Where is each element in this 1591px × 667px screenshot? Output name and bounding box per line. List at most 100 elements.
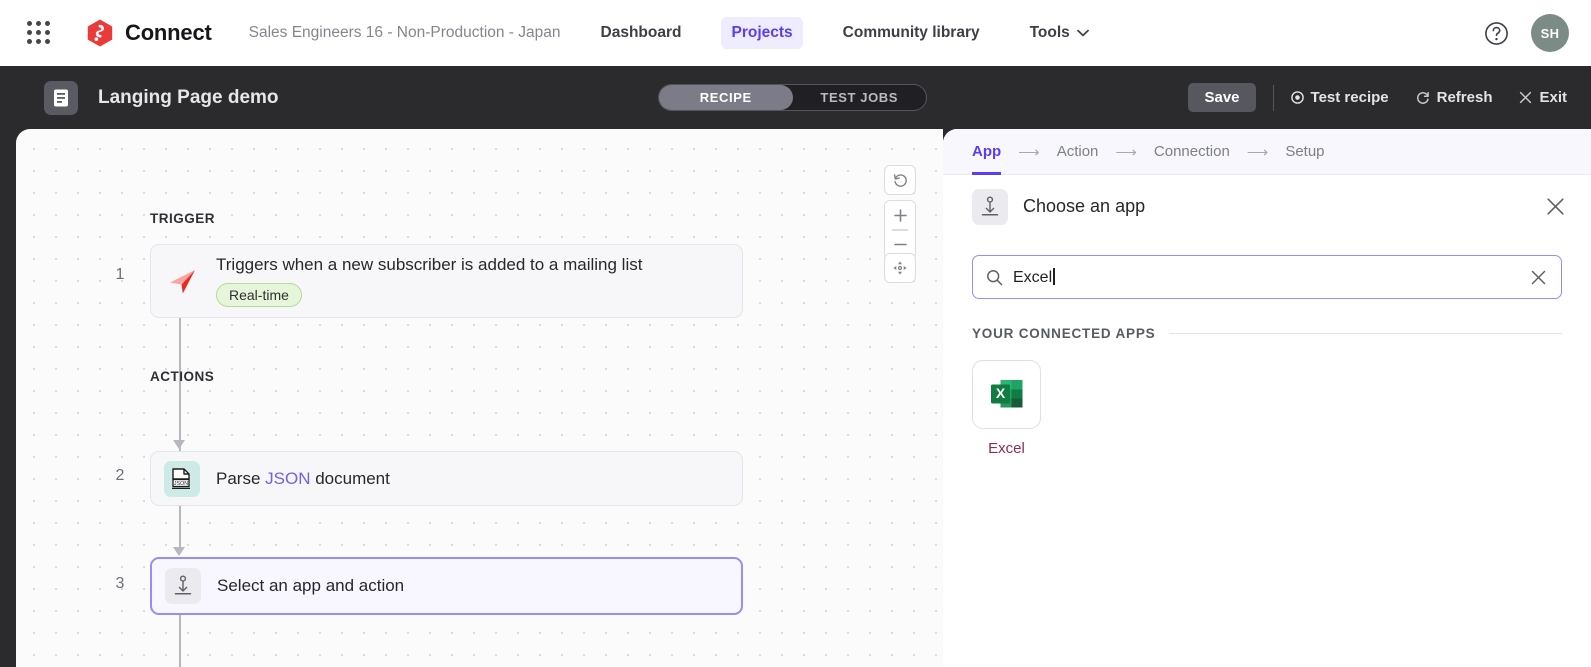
drop-here-glyph [981,195,999,216]
fit-screen-icon[interactable] [885,254,915,282]
breadcrumb-arrow-2: ⟶ [1115,143,1137,161]
fit-screen-glyph [893,261,907,275]
breadcrumb-app[interactable]: App [972,129,1001,175]
step-title-post: document [310,468,390,488]
panel-header: Choose an app [943,175,1591,238]
connected-apps-title: YOUR CONNECTED APPS [972,326,1156,341]
chevron-down-icon [1076,29,1089,37]
json-doc-glyph: JSON [172,467,190,489]
step-number-2: 2 [115,467,125,484]
test-recipe-icon [1290,91,1304,104]
step-trigger-title: Triggers when a new subscriber is added … [216,255,643,274]
plus-icon [893,208,907,222]
recipe-title[interactable]: Langing Page demo [98,87,279,109]
step-number-3: 3 [115,575,125,592]
drop-here-icon [165,568,201,604]
step-select-app-body: Select an app and action [217,576,404,596]
trigger-section-label: TRIGGER [150,211,216,226]
connector-1 [179,318,181,451]
recipe-canvas[interactable]: TRIGGER 1 Triggers when a new subscriber… [16,129,943,667]
brand-logo[interactable]: Connect [85,18,212,48]
step-title-keyword: JSON [265,468,311,488]
close-icon [1520,91,1532,104]
user-avatar[interactable]: SH [1531,14,1569,52]
connector-arrow-2 [173,547,185,556]
connector-3 [179,615,181,667]
tab-test-jobs[interactable]: TEST JOBS [793,85,927,110]
reset-view-button[interactable] [884,165,916,195]
nav-link-community-library[interactable]: Community library [833,17,990,49]
step-select-app-title: Select an app and action [217,576,405,595]
microsoft-excel-icon: X [972,360,1041,429]
zoom-in-button[interactable] [885,201,915,229]
exit-button[interactable]: Exit [1519,89,1567,106]
brand-name: Connect [125,20,212,45]
zoom-controls [884,200,916,260]
clear-icon [1531,270,1546,284]
connector-arrow-1 [173,440,185,449]
app-chooser-panel: App ⟶ Action ⟶ Connection ⟶ Setup Choose… [943,129,1591,667]
panel-title: Choose an app [1023,196,1146,216]
step-parse-json-body: Parse JSON document [216,469,390,489]
search-icon [986,269,1003,286]
json-document-icon: JSON [164,460,200,497]
breadcrumb-connection[interactable]: Connection [1154,129,1230,175]
search-input-value: Excel [1013,268,1053,286]
connected-apps-header: YOUR CONNECTED APPS [972,326,1562,341]
toolbar-divider [1272,84,1274,111]
refresh-icon [1416,91,1429,104]
recipe-step-select-app[interactable]: Select an app and action [150,557,743,615]
recipe-document-icon[interactable] [44,80,78,115]
exit-label: Exit [1539,89,1567,106]
panel-close-button[interactable] [1546,197,1565,216]
nav-link-dashboard[interactable]: Dashboard [591,17,692,49]
apps-grid-icon[interactable] [27,21,51,45]
breadcrumb-arrow-3: ⟶ [1246,143,1269,161]
drop-here-icon [972,188,1008,225]
step-number-1: 1 [115,266,125,283]
help-circle-icon[interactable] [1484,21,1509,46]
refresh-label: Refresh [1436,89,1493,106]
test-recipe-label: Test recipe [1310,89,1389,106]
undo-circle-glyph [893,173,907,187]
tab-recipe[interactable]: RECIPE [659,85,793,110]
connected-apps-list: X Excel [972,360,1562,457]
refresh-button[interactable]: Refresh [1416,89,1493,106]
search-clear-button[interactable] [1530,269,1547,286]
undo-circle-icon[interactable] [885,166,915,194]
close-icon [1547,198,1564,215]
panel-body: Excel YOUR CONNECTED APPS X Excel [943,238,1591,457]
paper-plane-icon [164,263,200,299]
step-trigger-body: Triggers when a new subscriber is added … [216,255,642,307]
breadcrumb-action[interactable]: Action [1057,129,1099,175]
app-search-field[interactable]: Excel [972,255,1562,299]
workspace-selector[interactable]: Sales Engineers 16 - Non-Production - Ja… [249,24,561,42]
panel-breadcrumbs: App ⟶ Action ⟶ Connection ⟶ Setup [943,129,1591,175]
text-caret [1053,267,1055,285]
breadcrumb-setup[interactable]: Setup [1285,129,1324,175]
recipe-doc-glyph [54,89,68,106]
save-button[interactable]: Save [1188,83,1256,112]
nav-link-projects[interactable]: Projects [721,17,803,49]
nav-link-tools[interactable]: Tools [1020,17,1099,49]
step-title-pre: Parse [216,468,266,488]
recipe-step-trigger[interactable]: Triggers when a new subscriber is added … [150,244,743,318]
minus-icon [893,243,907,246]
drop-here-glyph [174,575,192,595]
fit-to-screen-button[interactable] [884,253,916,283]
recipe-view-toggle: RECIPE TEST JOBS [658,84,927,111]
app-card-excel[interactable]: X Excel [972,360,1041,457]
toolbar-actions: Save Test recipe Refresh Exit [1188,66,1591,129]
top-navigation-bar: Connect Sales Engineers 16 - Non-Product… [0,0,1591,66]
connector-2 [179,506,181,552]
search-glyph [987,269,1003,285]
realtime-badge: Real-time [216,283,302,307]
test-recipe-button[interactable]: Test recipe [1290,89,1389,106]
recipe-step-parse-json[interactable]: JSON Parse JSON document [150,451,743,506]
step-parse-json-title: Parse JSON document [216,469,390,489]
excel-glyph: X [990,379,1022,407]
connect-hexagon-icon [87,19,113,47]
svg-text:JSON: JSON [174,481,188,487]
search-input[interactable]: Excel [1013,267,1530,287]
paper-plane-glyph [170,270,195,294]
